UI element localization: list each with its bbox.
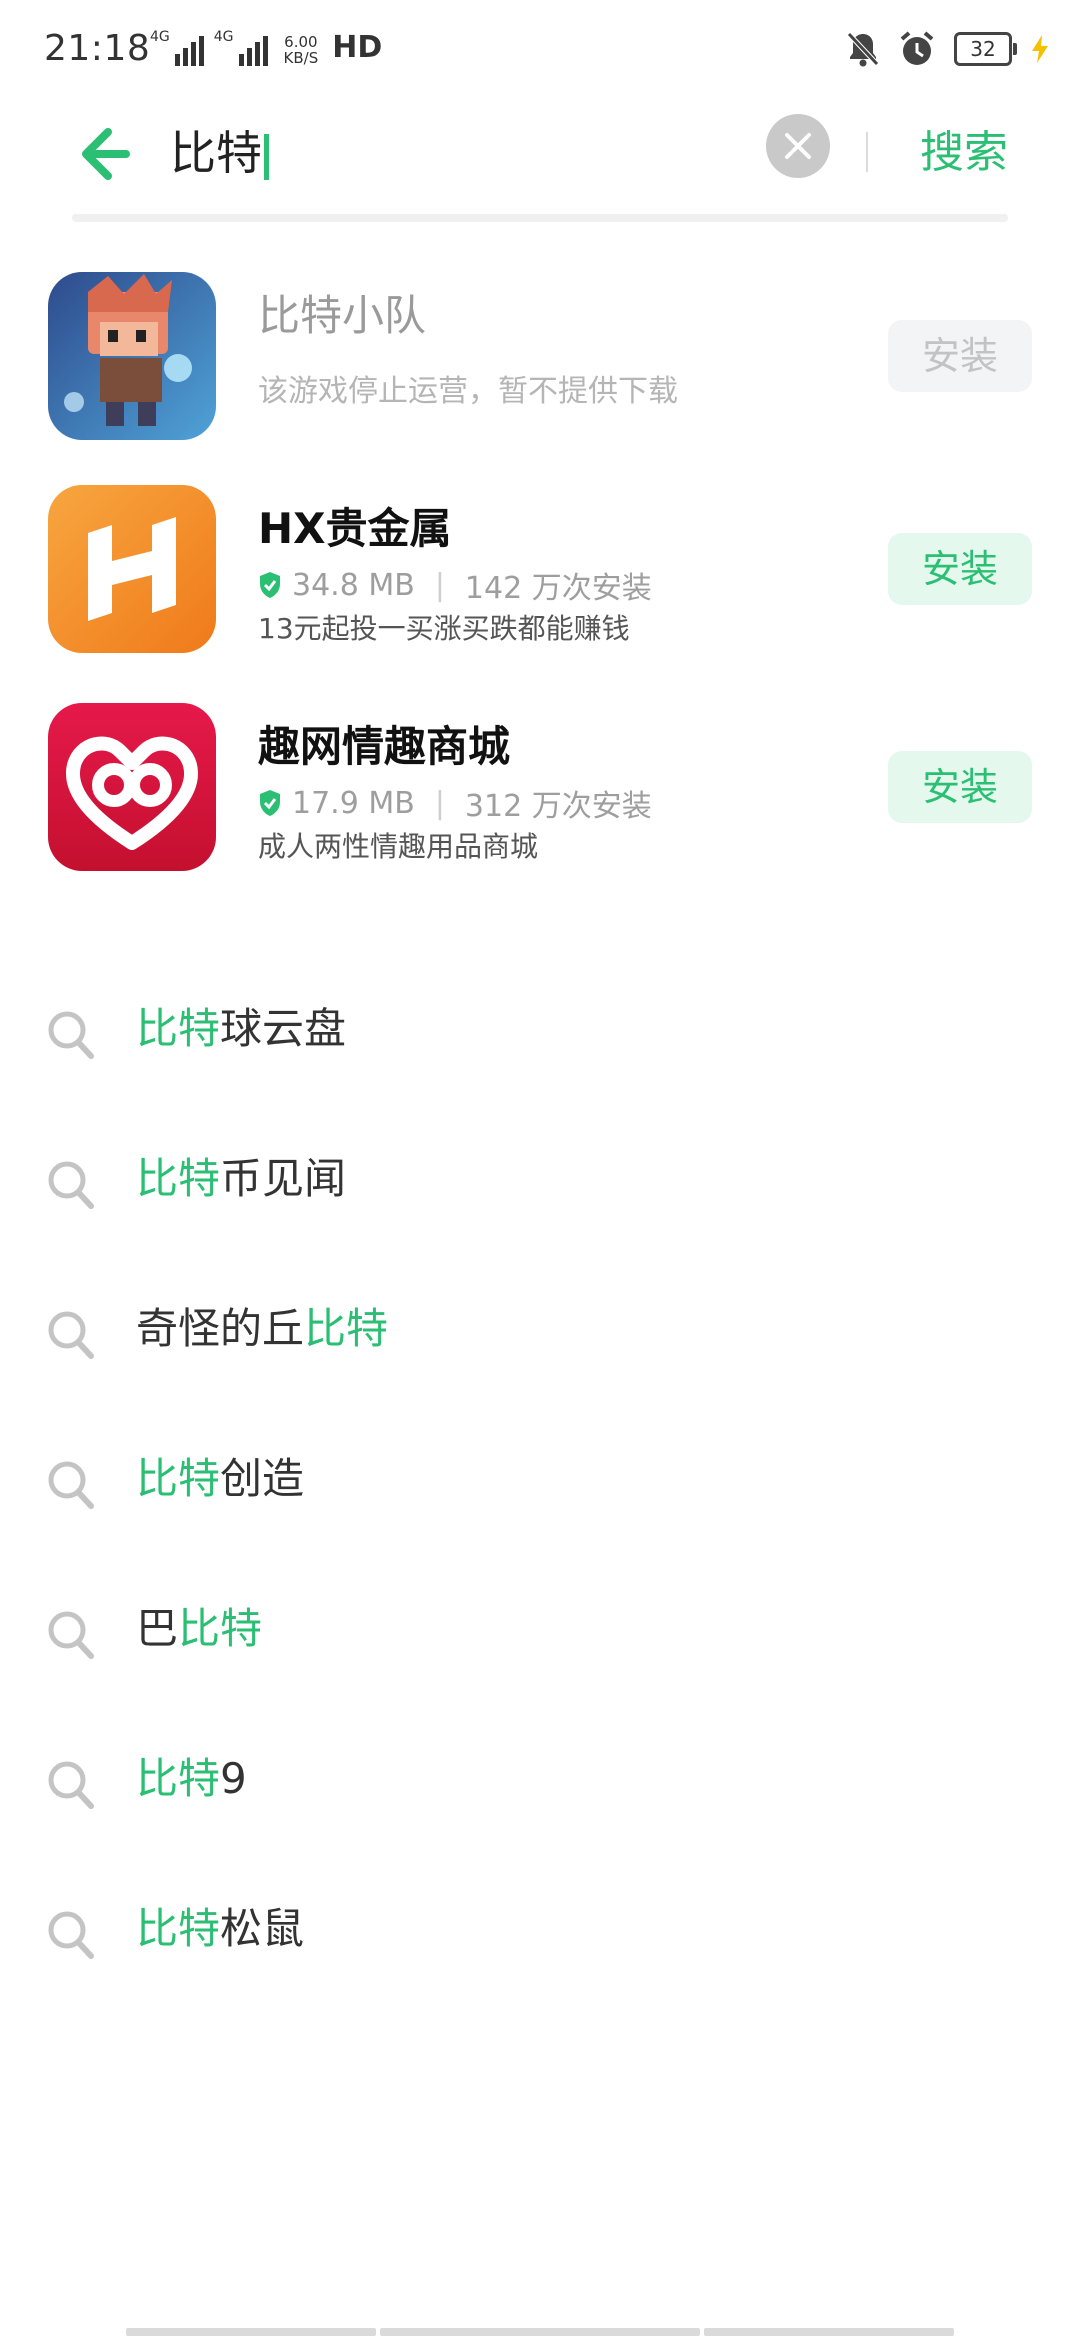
text-cursor bbox=[264, 133, 269, 180]
verified-shield-icon bbox=[260, 790, 280, 816]
back-arrow-icon bbox=[82, 128, 130, 180]
install-button[interactable]: 安装 bbox=[888, 751, 1032, 823]
suggestion-item[interactable]: 比特币见闻 bbox=[0, 1125, 1080, 1275]
search-header: 比特 搜索 bbox=[0, 104, 1080, 224]
app-icon-hx-metals bbox=[48, 485, 216, 653]
suggestion-item[interactable]: 比特创造 bbox=[0, 1425, 1080, 1575]
header-divider bbox=[866, 132, 868, 172]
app-result-hx-metals[interactable]: HX贵金属 34.8 MB | 142 万次安装 13元起投一买涨买跌都能赚钱 … bbox=[0, 485, 1080, 665]
signal-strength-icon: 4G bbox=[150, 30, 204, 66]
network-speed-unit: KB/S bbox=[283, 49, 319, 67]
search-icon bbox=[48, 1161, 94, 1209]
status-network-group: 4G 4G 6.00 KB/S HD bbox=[150, 30, 382, 66]
meta-separator: | bbox=[434, 567, 445, 603]
gesture-navigation-bar[interactable] bbox=[126, 2328, 954, 2336]
charging-bolt-icon bbox=[1032, 35, 1048, 63]
search-input[interactable]: 比特 bbox=[170, 118, 269, 188]
search-icon bbox=[48, 1311, 94, 1359]
suggestion-item[interactable]: 巴比特 bbox=[0, 1575, 1080, 1725]
suggestion-text: 比特球云盘 bbox=[136, 1004, 347, 1053]
bell-off-icon bbox=[847, 32, 879, 67]
network-type-label: 4G bbox=[213, 29, 234, 45]
app-install-count: 312 万次安装 bbox=[464, 789, 652, 824]
suggestion-text: 比特9 bbox=[136, 1754, 247, 1803]
suggestion-item[interactable]: 奇怪的丘比特 bbox=[0, 1275, 1080, 1425]
app-install-count: 142 万次安装 bbox=[464, 571, 652, 606]
clear-search-button[interactable] bbox=[766, 114, 830, 178]
network-type-label: 4G bbox=[150, 29, 170, 45]
suggestion-item[interactable]: 比特松鼠 bbox=[0, 1875, 1080, 2025]
status-time: 21:18 bbox=[44, 28, 151, 69]
status-bar: 21:18 4G 4G 6.00 KB/S HD 32 bbox=[0, 0, 1080, 104]
status-system-icons: 32 bbox=[846, 30, 1050, 68]
search-icon bbox=[48, 1611, 94, 1659]
app-meta: 34.8 MB | 142 万次安装 bbox=[258, 563, 652, 607]
app-meta: 17.9 MB | 312 万次安装 bbox=[258, 781, 652, 825]
app-size: 17.9 MB bbox=[292, 785, 415, 821]
app-name: 比特小队 bbox=[258, 291, 427, 340]
battery-icon: 32 bbox=[954, 32, 1017, 66]
search-button[interactable]: 搜索 bbox=[920, 118, 1008, 188]
app-unavailable-notice: 该游戏停止运营，暂不提供下载 bbox=[258, 374, 678, 409]
suggestion-item[interactable]: 比特9 bbox=[0, 1725, 1080, 1875]
network-speed: 6.00 KB/S bbox=[284, 34, 319, 66]
close-icon bbox=[785, 133, 811, 159]
suggestion-text: 奇怪的丘比特 bbox=[136, 1304, 389, 1353]
app-size: 34.8 MB bbox=[292, 567, 415, 603]
install-button-disabled: 安装 bbox=[888, 320, 1032, 392]
install-button[interactable]: 安装 bbox=[888, 533, 1032, 605]
app-icon-bitt-squad bbox=[48, 272, 216, 440]
app-description: 成人两性情趣用品商城 bbox=[258, 830, 539, 863]
search-underline bbox=[72, 214, 1008, 222]
suggestion-text: 巴比特 bbox=[136, 1604, 263, 1653]
app-result-bitt-squad[interactable]: 比特小队 该游戏停止运营，暂不提供下载 安装 bbox=[0, 272, 1080, 452]
search-icon bbox=[48, 1911, 94, 1959]
app-result-quwang-mall[interactable]: 趣网情趣商城 17.9 MB | 312 万次安装 成人两性情趣用品商城 安装 bbox=[0, 703, 1080, 883]
app-name: HX贵金属 bbox=[258, 504, 452, 553]
back-button[interactable] bbox=[70, 118, 140, 188]
suggestion-text: 比特创造 bbox=[136, 1454, 305, 1503]
suggestion-text: 比特币见闻 bbox=[136, 1154, 347, 1203]
search-icon bbox=[48, 1761, 94, 1809]
battery-level: 32 bbox=[970, 37, 996, 61]
search-icon bbox=[48, 1011, 94, 1059]
suggestion-text: 比特松鼠 bbox=[136, 1904, 305, 1953]
suggestion-item[interactable]: 比特球云盘 bbox=[0, 975, 1080, 1125]
hd-label: HD bbox=[332, 30, 383, 65]
alarm-clock-icon bbox=[900, 31, 934, 65]
verified-shield-icon bbox=[260, 572, 280, 598]
hd-icon: HD bbox=[332, 30, 382, 66]
search-icon bbox=[48, 1461, 94, 1509]
app-description: 13元起投一买涨买跌都能赚钱 bbox=[258, 612, 630, 645]
signal-strength-icon: 4G bbox=[214, 30, 268, 66]
search-suggestions-list: 比特球云盘 比特币见闻 奇怪的丘比特 比特创造 巴比特 比特9 比特松鼠 bbox=[0, 975, 1080, 2025]
meta-separator: | bbox=[434, 785, 445, 821]
network-speed-value: 6.00 bbox=[284, 33, 318, 51]
app-icon-quwang-mall bbox=[48, 703, 216, 871]
app-name: 趣网情趣商城 bbox=[258, 722, 511, 771]
search-query-text: 比特 bbox=[170, 126, 262, 180]
